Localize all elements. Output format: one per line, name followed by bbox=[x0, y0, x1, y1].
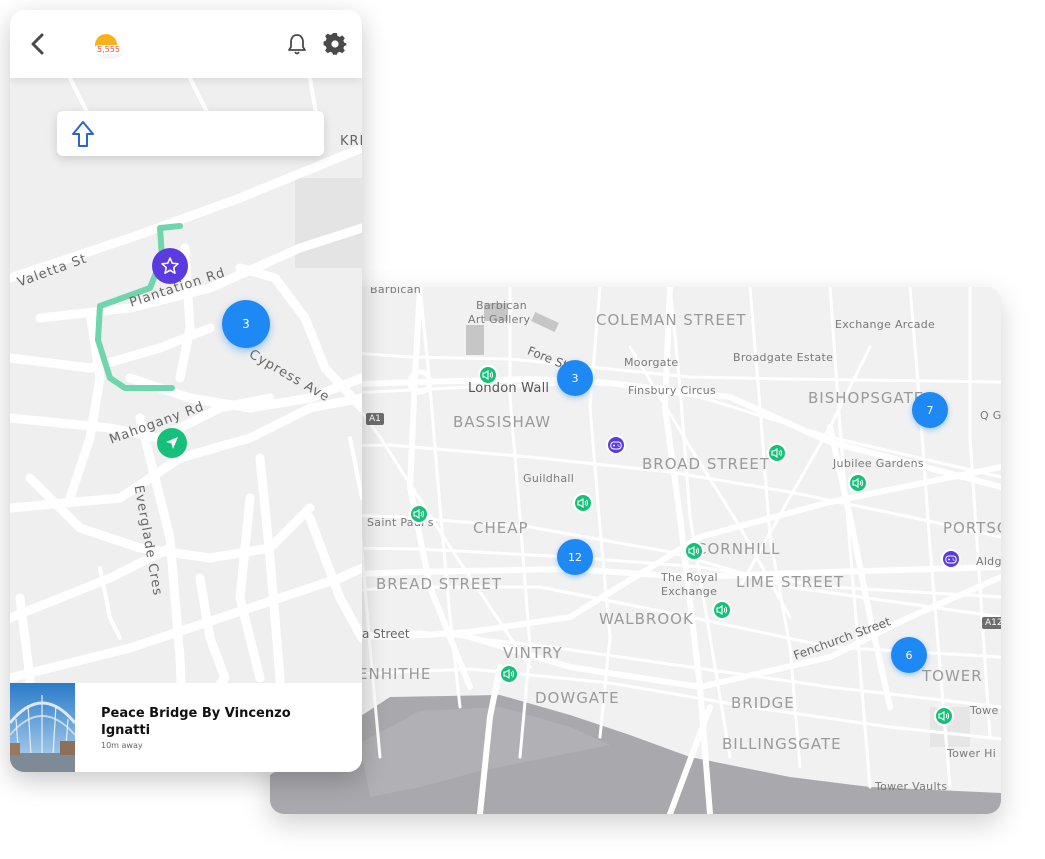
place-label-tower-vaults: Tower Vaults bbox=[875, 780, 948, 793]
sound-marker[interactable] bbox=[767, 443, 787, 463]
area-label-tower: TOWER bbox=[922, 667, 983, 685]
map-cluster-marker[interactable]: 7 bbox=[912, 392, 948, 428]
speaker-icon bbox=[413, 509, 425, 519]
area-label-billingsgate: BILLINGSGATE bbox=[722, 735, 842, 753]
game-marker[interactable] bbox=[606, 435, 626, 455]
speaker-icon bbox=[577, 498, 589, 508]
street-label-a-street: a Street bbox=[362, 627, 410, 641]
sound-marker[interactable] bbox=[478, 365, 498, 385]
area-label-broad-street: BROAD STREET bbox=[642, 455, 771, 473]
bell-icon[interactable] bbox=[286, 32, 308, 56]
arrow-up-icon bbox=[72, 121, 94, 147]
area-label-queenhithe: ENHITHE bbox=[358, 665, 432, 683]
navigation-arrow-icon bbox=[166, 437, 178, 449]
speaker-icon bbox=[771, 448, 783, 458]
place-label-barbican-art-gallery-line2: Art Gallery bbox=[468, 313, 531, 326]
sound-marker[interactable] bbox=[409, 504, 429, 524]
place-preview-card[interactable]: Peace Bridge By Vincenzo Ignatti 10m awa… bbox=[10, 683, 362, 772]
map-cluster-marker[interactable]: 3 bbox=[222, 300, 270, 348]
place-label-q-g: Q G bbox=[980, 409, 1001, 422]
current-location-marker bbox=[157, 428, 187, 458]
sound-marker[interactable] bbox=[848, 473, 868, 493]
place-label-tower: Towe bbox=[970, 704, 999, 717]
phone-screen: 5,555 Valetta St Plantation Rd Cypress A… bbox=[10, 10, 362, 772]
sound-marker[interactable] bbox=[934, 706, 954, 726]
map-cluster-marker[interactable]: 3 bbox=[557, 360, 593, 396]
place-label-broadgate-estate: Broadgate Estate bbox=[733, 351, 834, 364]
sound-marker[interactable] bbox=[499, 664, 519, 684]
area-label-walbrook: WALBROOK bbox=[599, 610, 694, 628]
sound-marker[interactable] bbox=[712, 600, 732, 620]
road-shield-a12: A12 bbox=[982, 617, 1001, 629]
area-label-bread-street: BREAD STREET bbox=[376, 575, 502, 593]
area-label-bishopsgate: BISHOPSGATE bbox=[808, 389, 925, 407]
app-header: 5,555 bbox=[10, 10, 362, 78]
place-thumbnail bbox=[10, 683, 75, 772]
street-label-kri: KRI bbox=[340, 134, 362, 149]
route-map-base bbox=[10, 78, 362, 772]
speaker-icon bbox=[938, 711, 950, 721]
place-label-guildhall: Guildhall bbox=[523, 472, 575, 485]
speaker-icon bbox=[503, 669, 515, 679]
direction-search-bar[interactable] bbox=[57, 111, 324, 156]
area-label-coleman-street: COLEMAN STREET bbox=[596, 311, 747, 329]
place-label-royal-exchange-line2: Exchange bbox=[661, 585, 718, 598]
game-marker[interactable] bbox=[941, 549, 961, 569]
area-label-bridge: BRIDGE bbox=[731, 694, 795, 712]
speaker-icon bbox=[852, 478, 864, 488]
gear-icon[interactable] bbox=[323, 32, 347, 56]
area-label-dowgate: DOWGATE bbox=[535, 689, 620, 707]
place-title: Peace Bridge By Vincenzo Ignatti bbox=[101, 706, 291, 738]
area-label-cheap: CHEAP bbox=[473, 519, 529, 537]
gamepad-icon bbox=[945, 555, 957, 563]
back-button[interactable] bbox=[28, 32, 48, 56]
road-shield-a1: A1 bbox=[366, 413, 384, 425]
speaker-icon bbox=[482, 370, 494, 380]
star-icon bbox=[161, 257, 179, 274]
points-badge: 5,555 bbox=[94, 45, 123, 54]
place-label-aldgate: Aldg bbox=[976, 555, 1001, 568]
place-label-jubilee-gardens: Jubilee Gardens bbox=[833, 457, 924, 470]
destination-marker[interactable] bbox=[152, 248, 188, 284]
place-label-barbican-art-gallery: Barbican bbox=[476, 299, 528, 312]
city-map-panel[interactable]: COLEMAN STREET BASSISHAW BROAD STREET BI… bbox=[270, 287, 1001, 814]
place-label-exchange-arcade: Exchange Arcade bbox=[835, 318, 936, 331]
place-label-barbican: Barbican bbox=[370, 287, 422, 296]
sound-marker[interactable] bbox=[684, 541, 704, 561]
route-map[interactable]: Valetta St Plantation Rd Cypress Ave Mah… bbox=[10, 78, 362, 772]
place-label-finsbury-circus: Finsbury Circus bbox=[628, 384, 717, 397]
gamepad-icon bbox=[610, 441, 622, 449]
area-label-portsoken: PORTSO bbox=[943, 519, 1001, 537]
place-label-tower-hill: Tower Hi bbox=[947, 747, 997, 760]
area-label-lime-street: LIME STREET bbox=[736, 573, 845, 591]
map-cluster-marker[interactable]: 6 bbox=[891, 637, 927, 673]
sound-marker[interactable] bbox=[573, 493, 593, 513]
speaker-icon bbox=[716, 605, 728, 615]
area-label-cornhill: CORNHILL bbox=[696, 540, 781, 558]
speaker-icon bbox=[688, 546, 700, 556]
street-label-london-wall: London Wall bbox=[468, 381, 550, 396]
place-distance: 10m away bbox=[101, 741, 143, 750]
area-label-bassishaw: BASSISHAW bbox=[453, 413, 552, 431]
area-label-vintry: VINTRY bbox=[503, 644, 563, 662]
map-cluster-marker[interactable]: 12 bbox=[557, 539, 593, 575]
place-label-royal-exchange: The Royal bbox=[661, 571, 718, 584]
place-label-moorgate: Moorgate bbox=[624, 356, 679, 369]
